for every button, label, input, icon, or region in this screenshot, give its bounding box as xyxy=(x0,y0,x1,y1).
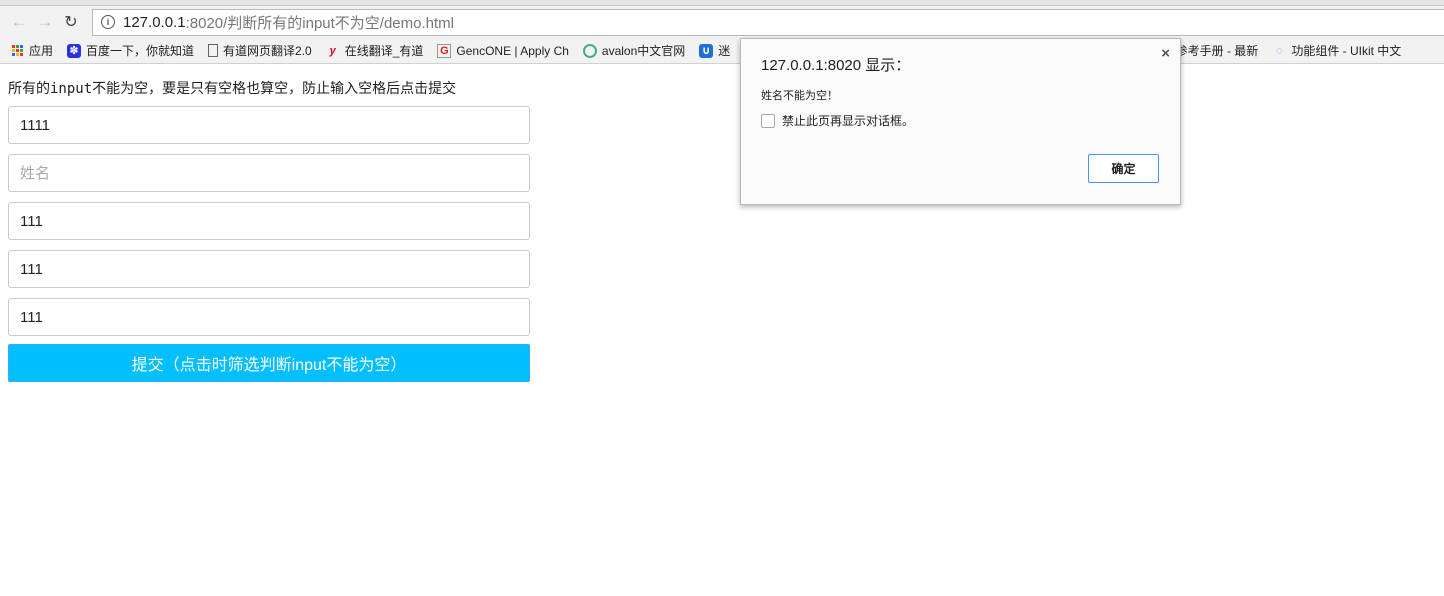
info-icon[interactable]: i xyxy=(101,15,115,29)
bookmark-label: 百度一下，你就知道 xyxy=(86,44,195,58)
page-icon xyxy=(208,44,219,57)
browser-toolbar: ← → ↻ i 127.0.0.1:8020/判断所有的input不为空/dem… xyxy=(0,6,1444,38)
blue-logo-icon: ∪ xyxy=(699,43,714,58)
bookmark-label: 在线翻译_有道 xyxy=(344,44,424,58)
back-arrow-icon[interactable]: ← xyxy=(8,11,30,33)
ok-button[interactable]: 确定 xyxy=(1088,154,1159,183)
alert-dialog: 127.0.0.1:8020 显示： × 姓名不能为空！ 禁止此页再显示对话框。… xyxy=(740,38,1181,205)
bookmark-label: 应用 xyxy=(29,44,54,58)
text-input[interactable] xyxy=(8,154,530,192)
bookmark-label: avalon中文官网 xyxy=(601,44,686,58)
text-input[interactable] xyxy=(8,298,530,336)
bookmark-item[interactable]: G GencONE | Apply Ch xyxy=(437,43,569,58)
bookmark-label: 迷 xyxy=(718,44,731,58)
forward-arrow-icon[interactable]: → xyxy=(34,11,56,33)
bookmark-item[interactable]: ✽ 百度一下，你就知道 xyxy=(67,42,194,59)
text-input[interactable] xyxy=(8,106,530,144)
dialog-message: 姓名不能为空！ xyxy=(761,90,838,102)
dialog-title: 127.0.0.1:8020 显示： xyxy=(761,57,911,74)
url-host: 127.0.0.1 xyxy=(123,13,186,31)
url-path: :8020/判断所有的input不为空/demo.html xyxy=(185,14,454,32)
text-input[interactable] xyxy=(8,250,530,288)
baidu-paw-icon: ✽ xyxy=(67,43,82,58)
bookmark-item[interactable]: ∪ 迷 xyxy=(699,42,730,59)
page-content: 所有的input不能为空，要是只有空格也算空，防止输入空格后点击提交 提交（点击… xyxy=(0,64,1444,396)
close-icon[interactable]: × xyxy=(1161,45,1170,62)
bookmark-label: GencONE | Apply Ch xyxy=(456,43,569,58)
bookmark-label: 有道网页翻译2.0 xyxy=(223,44,312,58)
bookmark-item[interactable]: avalon中文官网 xyxy=(582,42,686,59)
bookmarks-bar: 应用 ✽ 百度一下，你就知道 有道网页翻译2.0 y 在线翻译_有道 G GencONE | … xyxy=(0,38,1444,64)
bookmark-label: 功能组件 - UIkit 中文 xyxy=(1291,44,1402,58)
bookmark-item[interactable]: ◌ 功能组件 - UIkit 中文 xyxy=(1272,42,1401,59)
youdao-y-icon: y xyxy=(329,44,336,57)
bookmark-item[interactable]: y 在线翻译_有道 xyxy=(326,42,424,59)
suppress-dialogs-checkbox[interactable]: 禁止此页再显示对话框。 xyxy=(761,112,914,129)
checkbox-icon[interactable] xyxy=(761,113,775,128)
apps-grid-icon xyxy=(10,44,24,58)
bookmark-item[interactable]: 有道网页翻译2.0 xyxy=(208,42,312,59)
submit-button[interactable]: 提交（点击时筛选判断input不能为空） xyxy=(8,344,530,382)
g-logo-icon: G xyxy=(437,43,452,58)
address-bar[interactable]: i 127.0.0.1:8020/判断所有的input不为空/demo.html xyxy=(92,8,1444,36)
avalon-icon xyxy=(582,43,597,58)
page-heading: 所有的input不能为空，要是只有空格也算空，防止输入空格后点击提交 xyxy=(8,81,457,97)
checkbox-label: 禁止此页再显示对话框。 xyxy=(782,114,915,128)
reload-icon[interactable]: ↻ xyxy=(60,11,82,33)
bookmark-item[interactable]: 应用 xyxy=(10,42,53,59)
text-input[interactable] xyxy=(8,202,530,240)
uikit-icon: ◌ xyxy=(1276,44,1283,57)
